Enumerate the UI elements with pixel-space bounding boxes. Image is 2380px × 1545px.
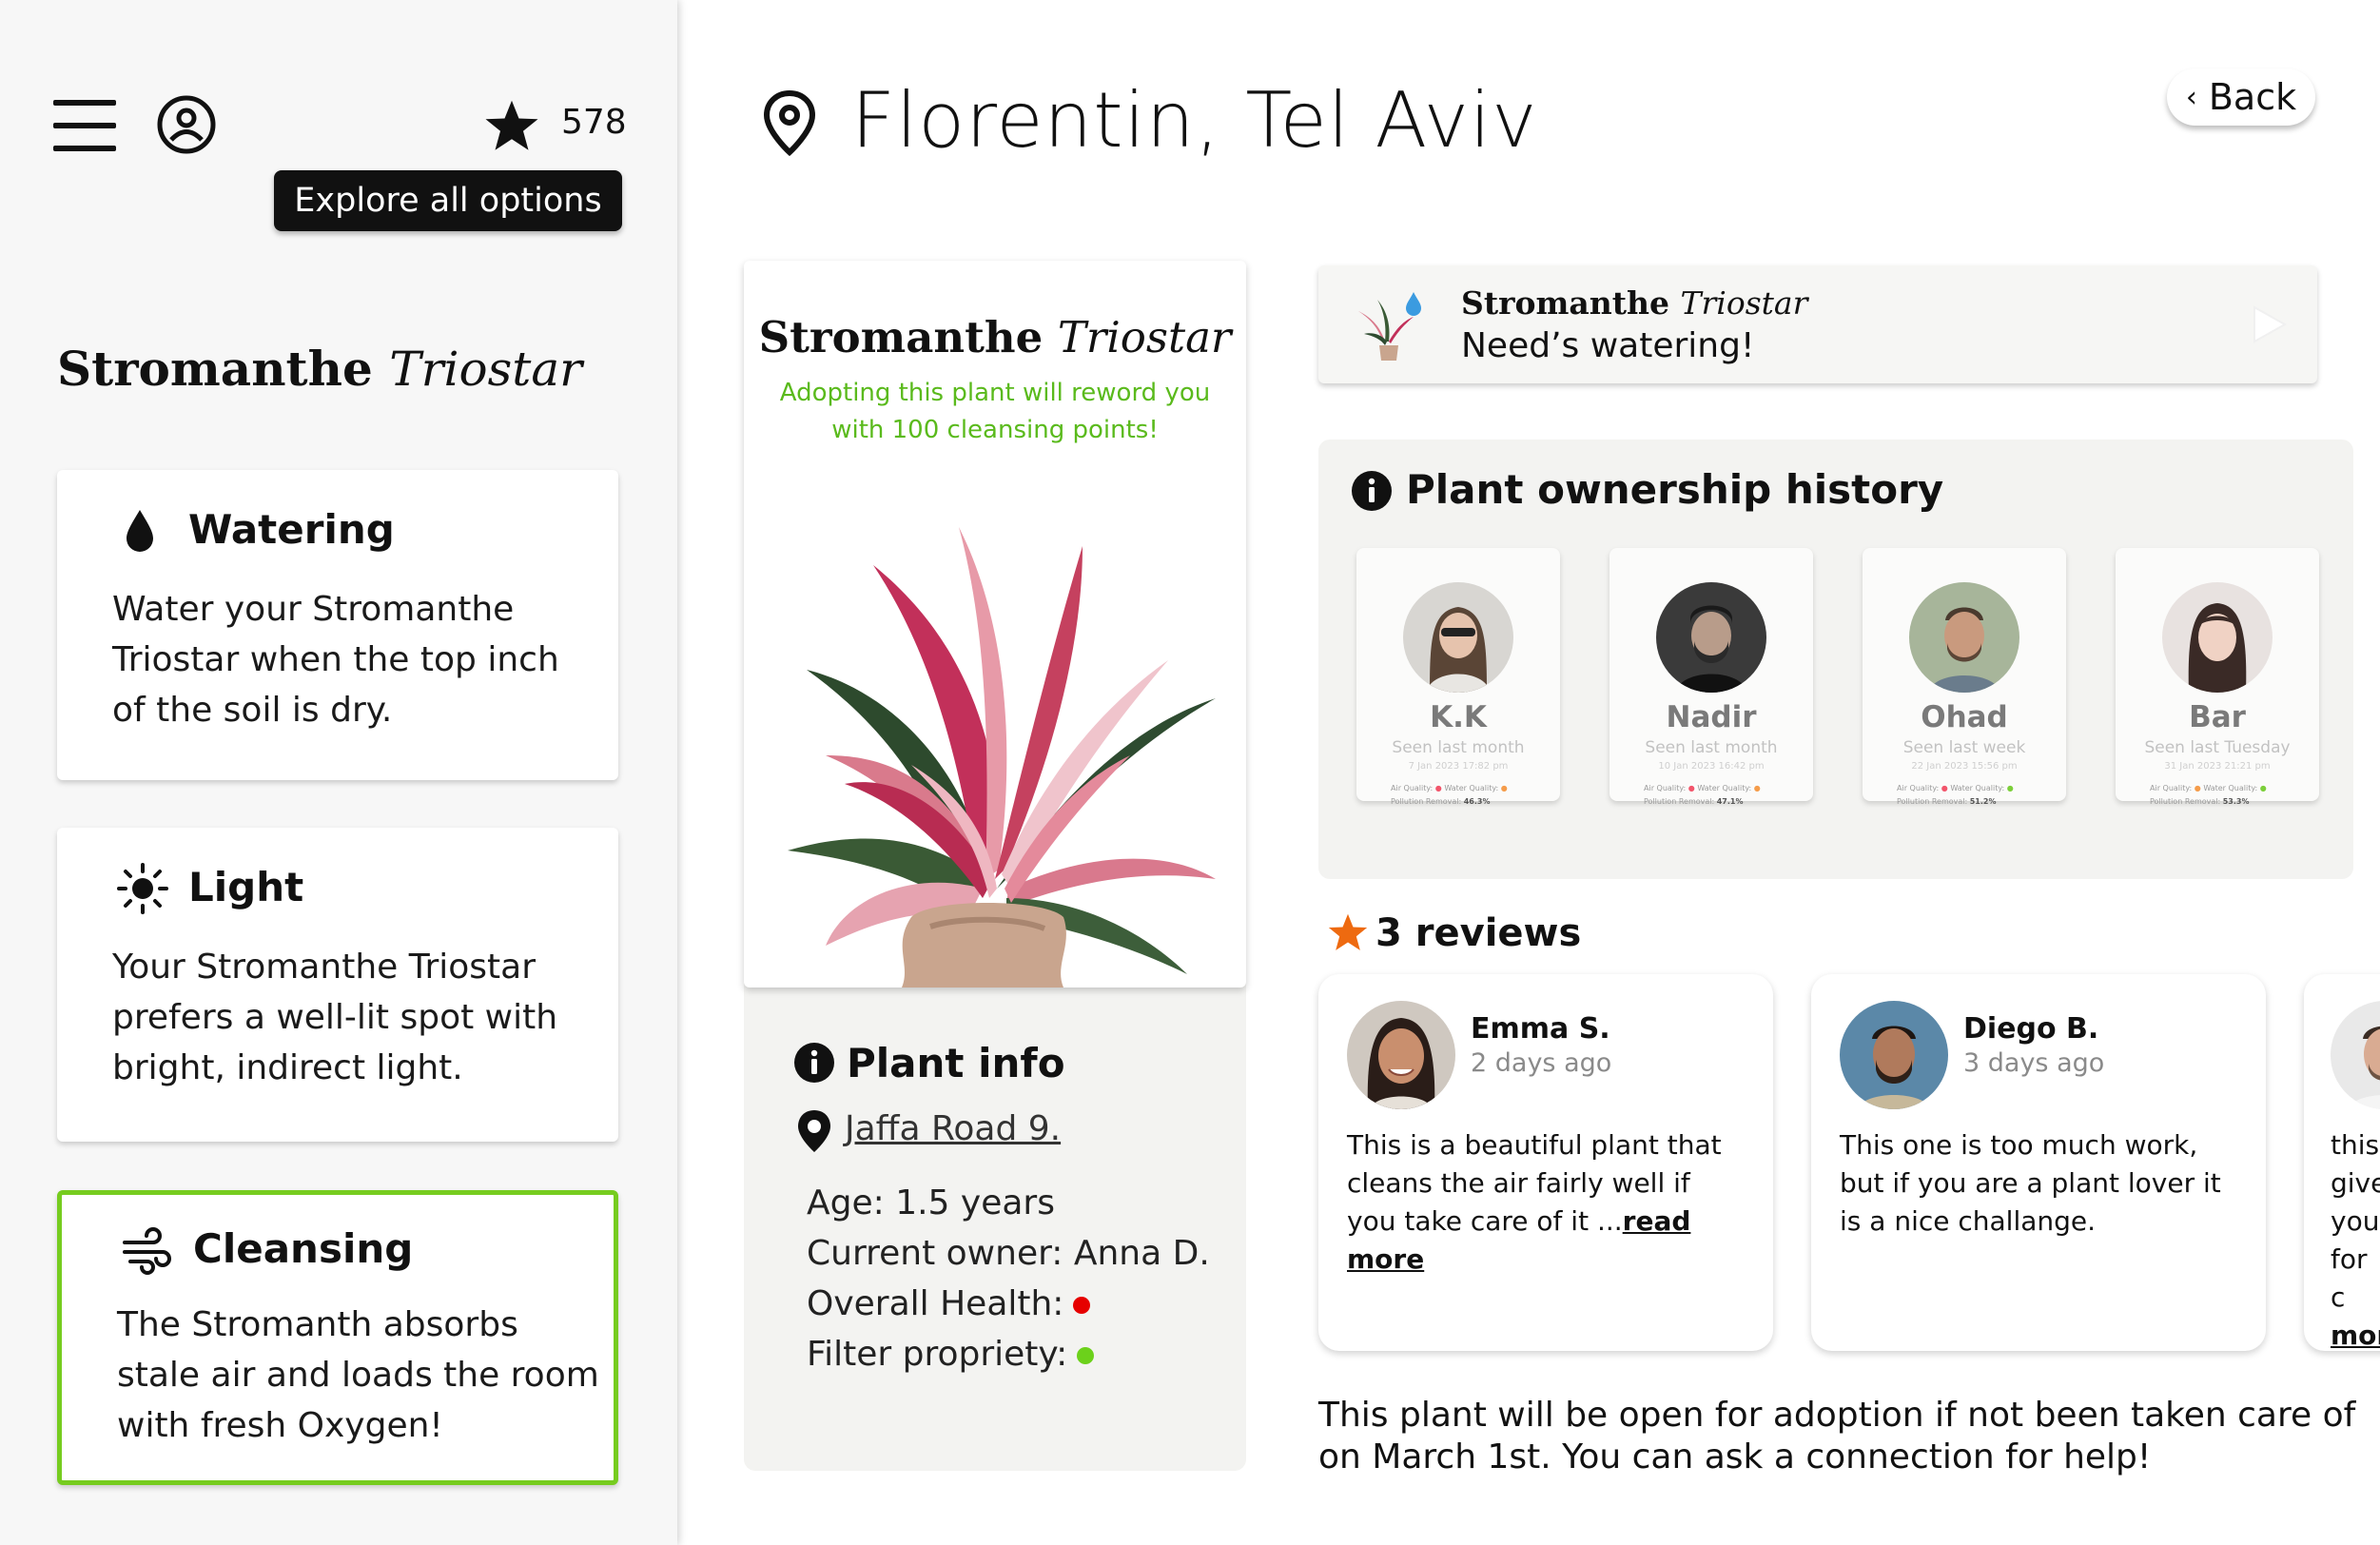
sun-icon	[117, 863, 168, 914]
plant-thumbnail-icon	[1358, 292, 1421, 361]
owner-avatar	[1403, 582, 1513, 693]
plant-address-link[interactable]: Jaffa Road 9.	[845, 1109, 1061, 1148]
light-text: Your Stromanthe Triostar prefers a well-…	[112, 948, 558, 1087]
review-card[interactable]: Diego B. 3 days ago This one is too much…	[1811, 974, 2266, 1351]
plant-card[interactable]: Stromanthe Triostar Adopting this plant …	[744, 261, 1246, 988]
owner-pollution: Pollution Removal: 47.1%	[1644, 797, 1744, 806]
owner-avatar	[1909, 582, 2019, 693]
notification-plant-variety: Triostar	[1680, 284, 1808, 322]
plant-card-variety: Triostar	[1057, 312, 1232, 362]
owner-timestamp: 7 Jan 2023 17:82 pm	[1408, 761, 1509, 772]
reviewer-name: Diego B.	[1963, 1012, 2099, 1046]
plant-info-title: Plant info	[847, 1040, 1065, 1086]
reviews-star-icon	[1328, 913, 1368, 950]
owner-timestamp: 22 Jan 2023 15:56 pm	[1911, 761, 2018, 772]
sidebar: 578 Explore all options Stromanthe Trios…	[0, 0, 677, 1545]
owner-card[interactable]: Bar Seen last Tuesday 31 Jan 2023 21:21 …	[2116, 548, 2319, 806]
reviewer-avatar	[1840, 1001, 1948, 1109]
owner-timestamp: 31 Jan 2023 21:21 pm	[2164, 761, 2271, 772]
plant-reward-text: Adopting this plant will reword you with…	[779, 379, 1211, 444]
owner-quality: Air Quality: ● Water Quality: ●	[1897, 784, 2014, 792]
review-card[interactable]: Emma S. 2 days ago This is a beautiful p…	[1318, 974, 1773, 1351]
points-star-icon	[485, 100, 538, 150]
owner-quality: Air Quality: ● Water Quality: ●	[2150, 784, 2267, 792]
cleansing-card[interactable]: Cleansing The Stromanth absorbs stale ai…	[57, 1190, 618, 1485]
reviews-title: 3 reviews	[1375, 911, 1582, 955]
filter-status-dot	[1077, 1347, 1095, 1364]
sidebar-plant-title: Stromanthe Triostar	[57, 341, 582, 397]
plant-card-title: Stromanthe Triostar	[744, 312, 1246, 362]
water-drop-icon	[127, 510, 153, 552]
back-button[interactable]: ‹ Back	[2167, 68, 2315, 126]
owner-quality: Air Quality: ● Water Quality: ●	[1391, 784, 1508, 792]
owner-name: Ohad	[1921, 700, 2008, 734]
owner-name: K.K	[1430, 700, 1487, 734]
watering-notification[interactable]: Stromanthe Triostar Need’s watering!	[1318, 265, 2317, 383]
reviewer-avatar	[1347, 1001, 1455, 1109]
menu-icon[interactable]	[53, 100, 116, 151]
chevron-left-icon: ‹	[2185, 80, 2197, 114]
plant-illustration	[788, 527, 1216, 988]
reviewer-name: Emma S.	[1471, 1012, 1610, 1046]
owner-seen: Seen last Tuesday	[2144, 738, 2291, 757]
plant-health: Overall Health:	[807, 1284, 1091, 1323]
owner-card[interactable]: K.K Seen last month 7 Jan 2023 17:82 pm …	[1356, 548, 1560, 806]
owner-pollution: Pollution Removal: 53.3%	[2150, 797, 2250, 806]
light-title: Light	[188, 864, 304, 910]
light-card[interactable]: Light Your Stromanthe Triostar prefers a…	[57, 828, 618, 1142]
cleansing-text: The Stromanth absorbs stale air and load…	[117, 1305, 599, 1445]
owner-timestamp: 10 Jan 2023 16:42 pm	[1658, 761, 1765, 772]
owner-seen: Seen last week	[1902, 738, 2026, 757]
watering-card[interactable]: Watering Water your Stromanthe Triostar …	[57, 470, 618, 780]
health-label: Overall Health:	[807, 1284, 1064, 1323]
reviewer-avatar	[2331, 1001, 2380, 1109]
play-icon[interactable]	[2247, 303, 2289, 345]
profile-icon[interactable]	[157, 95, 216, 154]
location-title: Florentin, Tel Aviv	[851, 76, 1538, 165]
plant-filter: Filter propriety:	[807, 1335, 1095, 1374]
owner-pollution: Pollution Removal: 46.3%	[1391, 797, 1491, 806]
notification-plant-name: Stromanthe	[1461, 284, 1669, 322]
review-text: This one is too much work, but if you ar…	[1840, 1129, 2221, 1237]
owner-card[interactable]: Ohad Seen last week 22 Jan 2023 15:56 pm…	[1863, 548, 2066, 806]
owner-pollution: Pollution Removal: 51.2%	[1897, 797, 1997, 806]
plant-name: Stromanthe	[57, 341, 373, 397]
cleansing-title: Cleansing	[193, 1225, 414, 1272]
owner-avatar	[1656, 582, 1766, 693]
owner-quality: Air Quality: ● Water Quality: ●	[1644, 784, 1761, 792]
address-pin-icon	[798, 1110, 830, 1152]
owner-seen: Seen last month	[1392, 738, 1525, 757]
plant-owner: Current owner: Anna D.	[807, 1234, 1210, 1273]
watering-text: Water your Stromanthe Triostar when the …	[112, 590, 559, 730]
review-text: This is a beautiful plant that cleans th…	[1347, 1129, 1722, 1275]
review-text: this give you' for c mor	[2331, 1126, 2380, 1351]
owner-card[interactable]: Nadir Seen last month 10 Jan 2023 16:42 …	[1609, 548, 1813, 806]
ownership-history-title: Plant ownership history	[1406, 466, 1944, 513]
explore-all-options-button[interactable]: Explore all options	[274, 170, 622, 231]
review-card[interactable]: this give you' for c mor	[2304, 974, 2380, 1351]
location-pin-icon	[763, 89, 816, 156]
wind-icon	[123, 1227, 171, 1275]
info-icon	[794, 1043, 834, 1083]
review-time: 3 days ago	[1963, 1048, 2105, 1078]
health-status-dot	[1073, 1297, 1091, 1314]
owner-avatar	[2162, 582, 2273, 693]
adoption-note: This plant will be open for adoption if …	[1318, 1396, 2356, 1477]
notification-text: Need’s watering!	[1461, 326, 1755, 365]
notification-title: Stromanthe Triostar	[1461, 284, 1807, 322]
owner-seen: Seen last month	[1645, 738, 1778, 757]
points-count: 578	[561, 103, 627, 142]
ownership-history-panel: Plant ownership history K.K Seen last mo…	[1318, 440, 2353, 879]
filter-label: Filter propriety:	[807, 1335, 1068, 1374]
watering-title: Watering	[188, 506, 395, 553]
info-icon	[1352, 471, 1392, 511]
back-label: Back	[2208, 76, 2297, 118]
owner-name: Nadir	[1666, 700, 1757, 734]
owner-name: Bar	[2189, 700, 2246, 734]
plant-card-name: Stromanthe	[758, 312, 1044, 362]
plant-variety: Triostar	[389, 342, 583, 397]
read-more-link[interactable]: mor	[2331, 1320, 2380, 1351]
review-time: 2 days ago	[1471, 1048, 1612, 1078]
plant-age: Age: 1.5 years	[807, 1183, 1055, 1222]
